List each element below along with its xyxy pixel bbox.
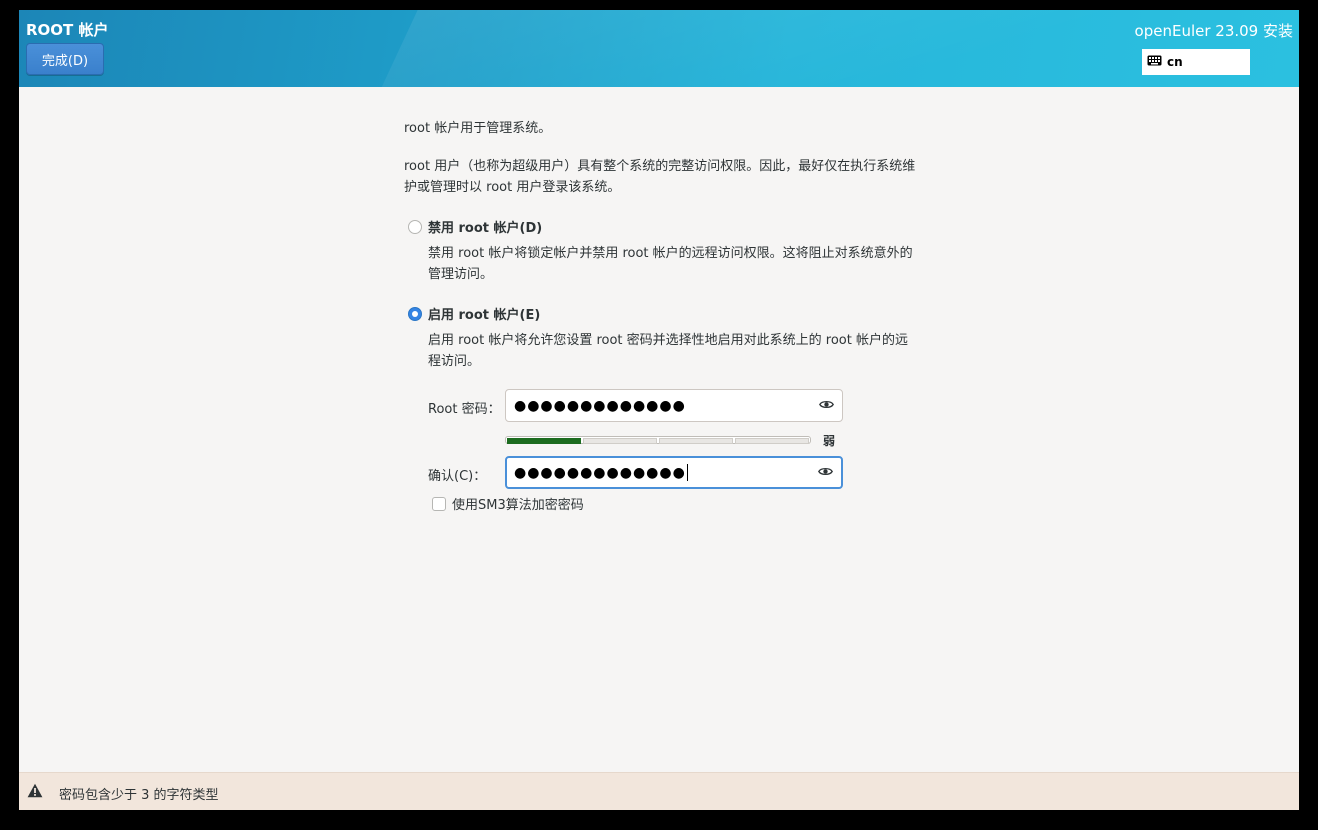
disable-root-radio[interactable] — [408, 219, 422, 234]
confirm-password-label: 确认(C)： — [428, 469, 487, 484]
enable-root-label: 启用 root 帐户(E) — [428, 308, 541, 323]
root-password-value: ●●●●●●●●●●●●● — [514, 397, 686, 414]
intro-text-2: root 用户（也称为超级用户）具有整个系统的完整访问权限。因此，最好仅在执行系… — [404, 159, 916, 195]
confirm-password-field[interactable]: ●●●●●●●●●●●●● — [505, 456, 843, 489]
root-password-field[interactable]: ●●●●●●●●●●●●● — [505, 389, 843, 422]
enable-root-option[interactable]: 启用 root 帐户(E) — [408, 304, 540, 323]
show-password-eye-icon[interactable] — [819, 398, 834, 413]
status-bar: 密码包含少于 3 的字符类型 — [19, 772, 1299, 810]
status-message: 密码包含少于 3 的字符类型 — [59, 788, 219, 803]
strength-segment — [659, 438, 733, 444]
password-strength-meter — [505, 436, 811, 444]
sm3-checkbox[interactable] — [432, 496, 446, 511]
show-confirm-password-eye-icon[interactable] — [818, 465, 833, 480]
confirm-password-value: ●●●●●●●●●●●●● — [514, 464, 686, 481]
enable-root-description: 启用 root 帐户将允许您设置 root 密码并选择性地启用对此系统上的 ro… — [428, 333, 908, 369]
password-strength-label: 弱 — [823, 434, 836, 448]
text-caret — [686, 464, 688, 481]
done-button[interactable]: 完成(D) — [26, 43, 104, 75]
strength-segment — [507, 438, 581, 444]
strength-segment — [735, 438, 809, 444]
disable-root-label: 禁用 root 帐户(D) — [428, 221, 543, 236]
product-title: openEuler 23.09 安装 — [1134, 22, 1293, 40]
keyboard-layout-indicator[interactable]: cn — [1142, 49, 1250, 75]
header-bar: ROOT 帐户 完成(D) openEuler 23.09 安装 cn — [19, 10, 1299, 87]
disable-root-option[interactable]: 禁用 root 帐户(D) — [408, 217, 542, 236]
sm3-checkbox-label: 使用SM3算法加密密码 — [452, 498, 584, 513]
keyboard-icon — [1147, 55, 1162, 69]
root-password-label: Root 密码： — [428, 402, 501, 417]
keyboard-layout-label: cn — [1167, 55, 1183, 69]
strength-segment — [583, 438, 657, 444]
installer-window: ROOT 帐户 完成(D) openEuler 23.09 安装 cn root… — [19, 10, 1299, 810]
disable-root-description: 禁用 root 帐户将锁定帐户并禁用 root 帐户的远程访问权限。这将阻止对系… — [428, 246, 913, 282]
page-title: ROOT 帐户 — [26, 21, 109, 39]
intro-text-1: root 帐户用于管理系统。 — [404, 121, 552, 136]
sm3-encryption-option[interactable]: 使用SM3算法加密密码 — [432, 494, 584, 513]
warning-icon — [27, 783, 43, 802]
enable-root-radio[interactable] — [408, 306, 422, 321]
